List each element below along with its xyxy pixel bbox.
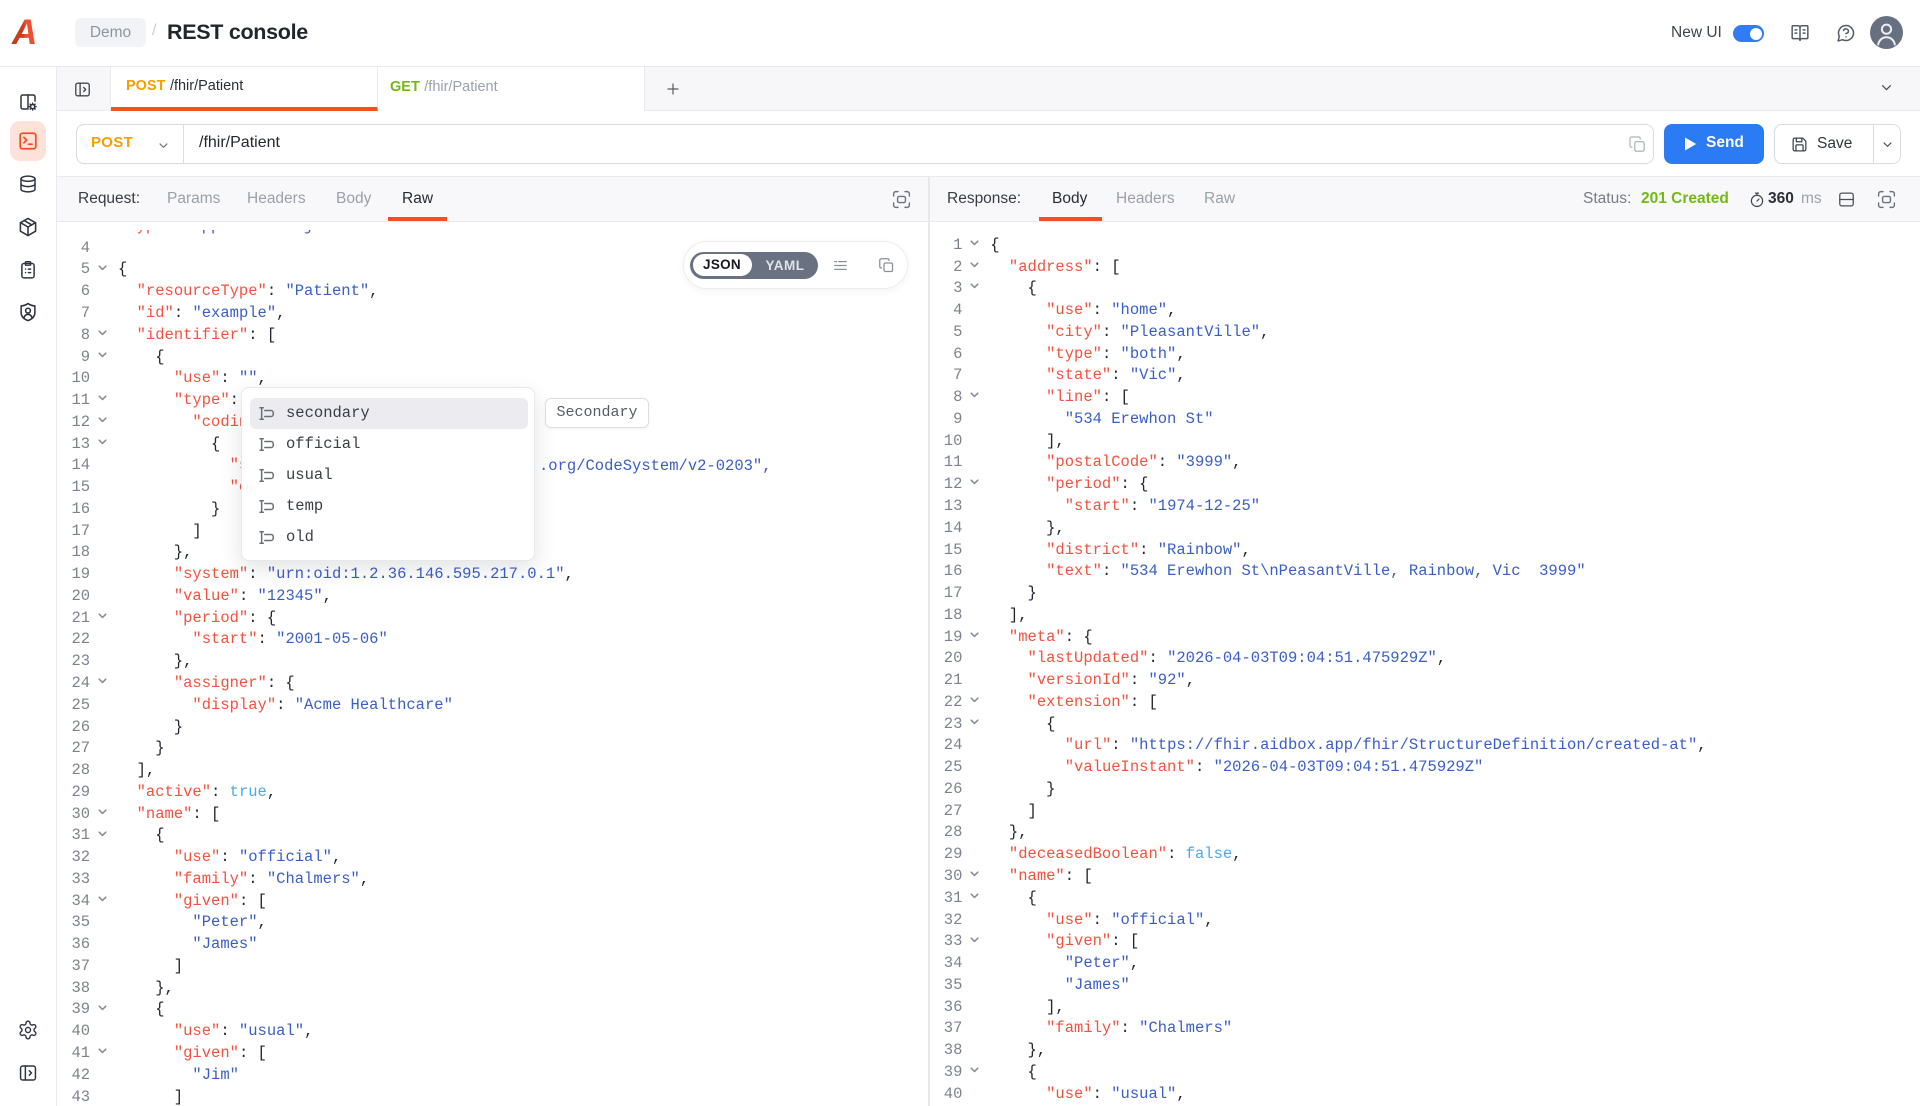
svg-text:A: A — [11, 13, 37, 51]
